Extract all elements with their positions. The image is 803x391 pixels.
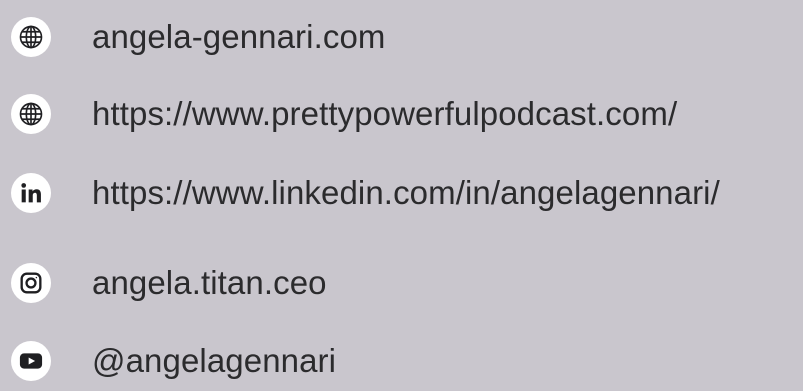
linkedin-link[interactable]: https://www.linkedin.com/in/angelagennar…	[0, 163, 803, 223]
linkedin-icon	[11, 173, 51, 213]
podcast-link-text: https://www.prettypowerfulpodcast.com/	[92, 95, 678, 132]
instagram-icon	[11, 263, 51, 303]
website-link[interactable]: angela-gennari.com	[0, 7, 803, 67]
podcast-link[interactable]: https://www.prettypowerfulpodcast.com/	[0, 84, 803, 144]
youtube-icon	[11, 341, 51, 381]
website-link-text: angela-gennari.com	[92, 18, 386, 55]
youtube-link-text: @angelagennari	[92, 342, 337, 379]
contact-links-list: angela-gennari.com https://www.prettypow…	[0, 0, 803, 381]
instagram-link-text: angela.titan.ceo	[92, 264, 327, 301]
globe-icon	[11, 94, 51, 134]
youtube-link[interactable]: @angelagennari	[0, 331, 803, 391]
instagram-link[interactable]: angela.titan.ceo	[0, 253, 803, 313]
linkedin-link-text: https://www.linkedin.com/in/angelagennar…	[92, 174, 720, 211]
globe-icon	[11, 17, 51, 57]
